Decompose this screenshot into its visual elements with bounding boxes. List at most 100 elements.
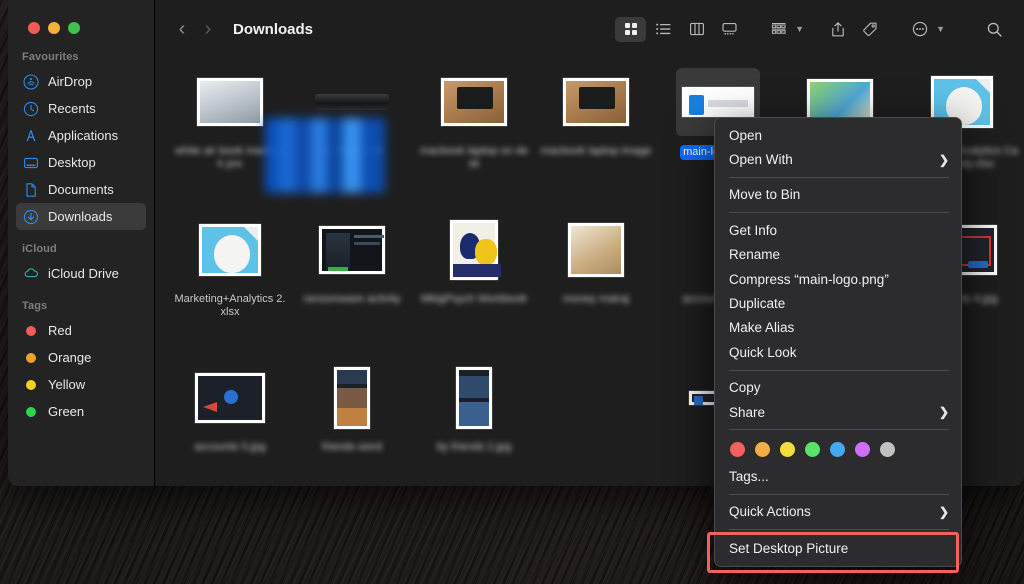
file-item[interactable]: friends word (291, 360, 413, 486)
chevron-down-icon: ▼ (795, 24, 805, 34)
sidebar-item-downloads[interactable]: Downloads (16, 203, 146, 230)
file-item[interactable]: by friends 2.jpg (413, 360, 535, 486)
search-button[interactable] (979, 17, 1010, 42)
menu-item-label: Open With (729, 152, 793, 168)
sidebar-item-label: Documents (48, 182, 114, 197)
file-thumbnail (334, 364, 370, 432)
file-label: by friends 2.jpg (436, 441, 512, 453)
tag-color-blue[interactable] (830, 442, 845, 458)
share-button[interactable] (822, 17, 853, 42)
sidebar-item-tag-yellow[interactable]: Yellow (16, 371, 146, 398)
sidebar-item-icloud-drive[interactable]: iCloud Drive (16, 260, 146, 287)
icon-view-button[interactable] (615, 16, 647, 42)
file-label: accounts 5.jpg (194, 441, 266, 453)
file-item[interactable]: money mairaj (535, 212, 657, 360)
chevron-down-icon: ▼ (936, 24, 945, 34)
tag-color-orange[interactable] (755, 442, 770, 458)
tag-color-green[interactable] (805, 442, 820, 458)
file-label: macbook laptop image (540, 145, 652, 157)
menu-item-open-with[interactable]: Open With ❯ (715, 147, 961, 171)
tag-color-row (715, 435, 961, 464)
sidebar-item-tag-orange[interactable]: Orange (16, 344, 146, 371)
chevron-right-icon: ❯ (938, 405, 949, 420)
file-thumbnail (197, 68, 263, 136)
menu-item-label: Copy (729, 380, 761, 396)
more-button[interactable]: ▼ (904, 17, 945, 42)
gallery-view-button[interactable] (714, 17, 745, 42)
sidebar-item-tag-red[interactable]: Red (16, 317, 146, 344)
zoom-button[interactable] (68, 22, 80, 34)
column-view-button[interactable] (681, 17, 712, 42)
file-item[interactable] (535, 360, 657, 486)
menu-item-rename[interactable]: Rename (715, 243, 961, 267)
document-icon (22, 181, 40, 199)
forward-button[interactable]: › (195, 18, 221, 41)
tag-dot-red-icon (22, 322, 40, 340)
sidebar-heading-icloud: iCloud (22, 243, 57, 255)
tag-dot-yellow-icon (22, 376, 40, 394)
menu-item-duplicate[interactable]: Duplicate (715, 291, 961, 315)
file-label: friends word (322, 441, 382, 453)
sidebar-item-label: Applications (48, 128, 119, 143)
airdrop-icon (22, 73, 40, 91)
menu-item-get-info[interactable]: Get Info (715, 218, 961, 242)
file-thumbnail (568, 216, 624, 284)
sidebar-heading-favourites: Favourites (22, 51, 79, 63)
desktop-icon (22, 154, 40, 172)
back-button[interactable]: ‹ (169, 18, 195, 41)
sidebar-item-tag-green[interactable]: Green (16, 398, 146, 425)
list-view-button[interactable] (648, 17, 679, 42)
menu-item-make-alias[interactable]: Make Alias (715, 316, 961, 340)
menu-item-label: Quick Actions (729, 504, 811, 520)
menu-item-quick-actions[interactable]: Quick Actions ❯ (715, 500, 961, 524)
file-item[interactable]: Marketing+Analytics 2.xlsx (169, 212, 291, 360)
minimize-button[interactable] (48, 22, 60, 34)
cloud-icon (22, 265, 40, 283)
file-item[interactable]: macbook laptop on desk (413, 64, 535, 212)
menu-item-open[interactable]: Open (715, 123, 961, 147)
sidebar-item-applications[interactable]: Applications (16, 122, 146, 149)
menu-item-label: Quick Look (729, 344, 797, 360)
sidebar-item-label: Downloads (48, 209, 113, 224)
file-item[interactable]: accounts 5.jpg (169, 360, 291, 486)
toolbar-actions: ▼ ▼ (615, 16, 1010, 42)
file-thumbnail (319, 216, 385, 284)
menu-item-quick-look[interactable]: Quick Look (715, 340, 961, 364)
file-item[interactable]: ransomware activity (291, 212, 413, 360)
file-thumbnail (456, 364, 492, 432)
menu-item-copy[interactable]: Copy (715, 376, 961, 400)
menu-item-tags[interactable]: Tags... (715, 464, 961, 488)
sidebar-item-recents[interactable]: Recents (16, 95, 146, 122)
menu-item-label: Open (729, 127, 763, 143)
menu-item-compress[interactable]: Compress “main-logo.png” (715, 267, 961, 291)
sidebar-heading-tags: Tags (22, 300, 48, 312)
file-item[interactable]: macbook laptop image (535, 64, 657, 212)
sidebar-item-label: Yellow (48, 377, 86, 392)
menu-item-share[interactable]: Share ❯ (715, 400, 961, 424)
tag-color-purple[interactable] (855, 442, 870, 458)
tag-dot-orange-icon (22, 349, 40, 367)
menu-item-move-to-bin[interactable]: Move to Bin (715, 183, 961, 207)
file-label: MktgPsych Workbook (420, 293, 528, 305)
file-item[interactable]: MktgPsych Workbook (413, 212, 535, 360)
file-label: Marketing+Analytics 2.xlsx (174, 293, 286, 318)
menu-item-label: Rename (729, 247, 781, 263)
sidebar-item-label: iCloud Drive (48, 266, 119, 281)
menu-separator (729, 429, 949, 431)
sidebar-item-label: Green (48, 404, 85, 419)
tag-color-yellow[interactable] (780, 442, 795, 458)
page-title: Downloads (233, 20, 314, 38)
sidebar-item-documents[interactable]: Documents (16, 176, 146, 203)
close-button[interactable] (28, 22, 40, 34)
tag-button[interactable] (855, 17, 886, 42)
tag-color-gray[interactable] (880, 442, 895, 458)
window-controls (28, 22, 80, 34)
file-thumbnail (199, 216, 261, 284)
sidebar-item-label: AirDrop (48, 74, 93, 89)
sidebar: Favourites AirDrop Recents Applications … (8, 0, 155, 486)
group-by-button[interactable]: ▼ (763, 17, 804, 42)
menu-separator (729, 529, 949, 531)
sidebar-item-desktop[interactable]: Desktop (16, 149, 146, 176)
tag-color-red[interactable] (730, 442, 745, 458)
sidebar-item-airdrop[interactable]: AirDrop (16, 68, 146, 95)
